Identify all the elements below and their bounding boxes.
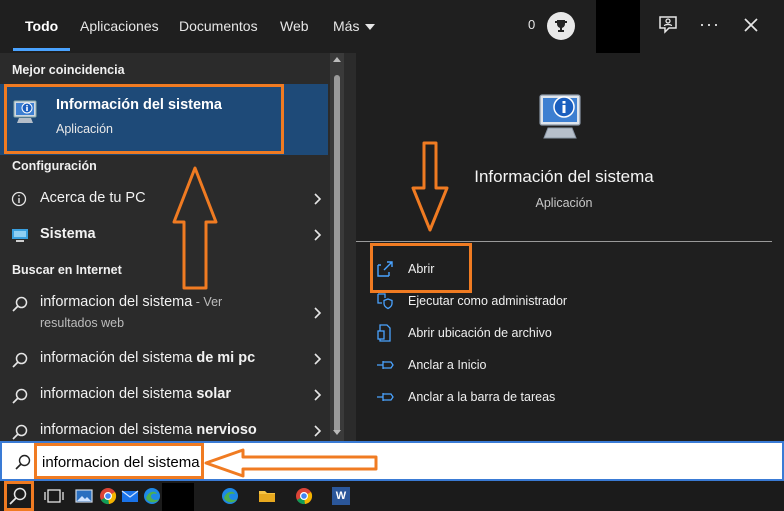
file-location-icon — [377, 324, 391, 342]
pin-icon — [377, 393, 394, 401]
file-explorer-icon[interactable] — [257, 486, 277, 506]
action-label: Abrir ubicación de archivo — [408, 326, 552, 340]
web-result-1[interactable]: informacion del sistema - Ver resultados… — [0, 286, 328, 338]
scrollbar-thumb[interactable] — [334, 75, 340, 433]
taskbar: W — [0, 481, 784, 511]
tab-documentos[interactable]: Documentos — [179, 0, 258, 53]
results-scrollbar[interactable] — [330, 53, 344, 441]
chevron-right-icon — [314, 193, 322, 205]
search-icon — [12, 424, 28, 440]
tab-web[interactable]: Web — [280, 0, 309, 53]
web-query: informacion del sistema — [40, 386, 197, 402]
more-icon[interactable]: ··· — [699, 14, 723, 38]
search-icon — [15, 454, 31, 470]
redacted-region — [596, 0, 640, 53]
web-result-3[interactable]: informacion del sistema solar — [0, 378, 328, 412]
chrome-icon[interactable] — [98, 486, 118, 506]
chevron-right-icon — [314, 353, 322, 365]
tab-mas-label: Más — [333, 18, 360, 34]
system-info-icon — [539, 94, 581, 139]
search-icon — [12, 296, 28, 312]
web-query-bold: solar — [196, 386, 232, 402]
detail-subtitle: Aplicación — [535, 196, 593, 210]
action-label: Anclar a la barra de tareas — [408, 390, 556, 404]
search-icon — [12, 352, 28, 368]
action-anclar-inicio[interactable]: Anclar a Inicio — [376, 352, 676, 380]
action-anclar-barra[interactable]: Anclar a la barra de tareas — [376, 384, 676, 412]
shield-icon — [377, 293, 393, 310]
chevron-right-icon — [314, 229, 322, 241]
chevron-down-icon — [365, 24, 376, 31]
tab-aplicaciones[interactable]: Aplicaciones — [80, 0, 159, 53]
edge-icon[interactable] — [220, 486, 240, 506]
edge-icon[interactable] — [142, 486, 162, 506]
highlight-search-text — [34, 443, 204, 479]
rewards-points: 0 — [528, 17, 536, 32]
result-label: Sistema — [40, 226, 96, 242]
highlight-abrir — [370, 243, 472, 293]
web-query-suffix: - Ver — [192, 295, 223, 309]
tab-todo[interactable]: Todo — [12, 0, 71, 53]
action-label: Anclar a Inicio — [408, 358, 487, 372]
trophy-icon — [555, 20, 567, 32]
result-label: Acerca de tu PC — [40, 190, 146, 206]
result-sistema[interactable]: Sistema — [0, 218, 328, 252]
web-result-text: informacion del sistema nervioso — [40, 422, 257, 438]
highlight-best-match — [4, 84, 284, 154]
scroll-up-icon[interactable] — [333, 57, 341, 62]
chevron-right-icon — [314, 307, 322, 319]
web-result-text: informacion del sistema solar — [40, 386, 231, 402]
web-query: informacion del sistema — [40, 422, 197, 438]
detail-title: Información del sistema — [474, 167, 654, 186]
highlight-search-button — [4, 481, 34, 511]
feedback-icon[interactable] — [657, 14, 681, 38]
close-icon[interactable] — [740, 14, 764, 38]
web-query-bold: nervioso — [196, 422, 257, 438]
chevron-right-icon — [314, 389, 322, 401]
action-label: Ejecutar como administrador — [408, 294, 568, 308]
action-abrir-ubicacion[interactable]: Abrir ubicación de archivo — [376, 320, 676, 348]
web-result-2[interactable]: información del sistema de mi pc — [0, 342, 328, 376]
chevron-right-icon — [314, 425, 322, 437]
mail-icon[interactable] — [120, 486, 140, 506]
info-circle-icon — [11, 191, 27, 207]
web-result-4[interactable]: informacion del sistema nervioso — [0, 414, 328, 441]
word-icon[interactable]: W — [332, 487, 350, 505]
tab-mas[interactable]: Más — [333, 0, 376, 53]
web-result-text: informacion del sistema - Ver — [40, 294, 222, 310]
settings-header: Configuración — [12, 159, 97, 173]
search-tabs-bar: Todo Aplicaciones Documentos Web Más 0 ·… — [0, 0, 784, 53]
photos-icon[interactable] — [74, 486, 94, 506]
search-icon — [12, 388, 28, 404]
pin-icon — [377, 361, 394, 369]
best-match-header: Mejor coincidencia — [12, 63, 125, 77]
web-query: informacion del sistema — [40, 294, 193, 310]
rewards-button[interactable] — [547, 12, 575, 40]
monitor-icon — [12, 229, 28, 242]
web-query-line2: resultados web — [40, 316, 125, 330]
task-view-icon[interactable] — [44, 486, 64, 506]
redacted-region — [162, 483, 194, 511]
web-query: información del sistema — [40, 350, 197, 366]
word-icon-letter: W — [335, 490, 347, 502]
web-query-bold: de mi pc — [196, 350, 256, 366]
web-search-header: Buscar en Internet — [12, 263, 122, 277]
scroll-down-icon[interactable] — [333, 430, 341, 435]
divider — [356, 241, 772, 242]
web-result-text: información del sistema de mi pc — [40, 350, 255, 366]
result-acerca-de-tu-pc[interactable]: Acerca de tu PC — [0, 182, 328, 216]
chrome-icon[interactable] — [294, 486, 314, 506]
